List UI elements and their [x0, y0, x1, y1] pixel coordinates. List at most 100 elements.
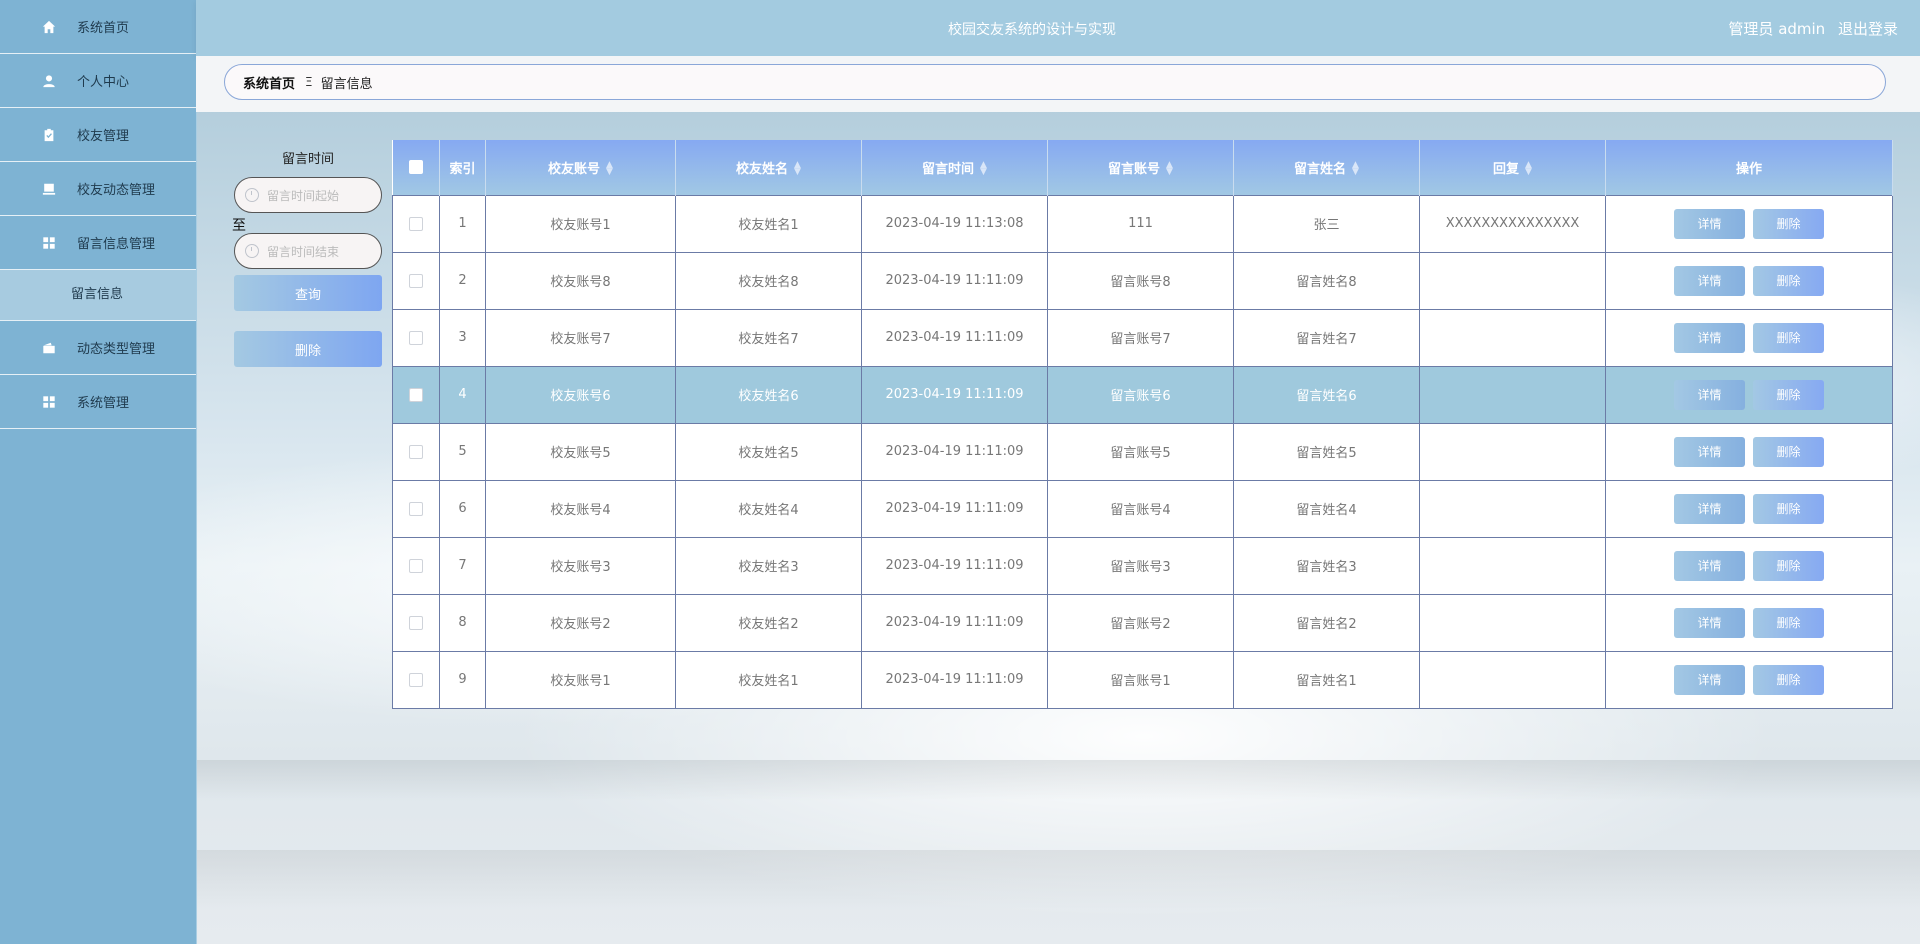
table-row[interactable]: 1 校友账号1 校友姓名1 2023-04-19 11:13:08 111 张三 XXXXX…: [392, 194, 1893, 253]
sidebar-item-label: 系统首页: [77, 21, 130, 36]
detail-button[interactable]: 详情: [1674, 607, 1745, 638]
column-header-reply[interactable]: 回复 ▲ ▼: [1419, 140, 1606, 195]
cell-reply: [1419, 251, 1606, 310]
column-header-actions: 操作: [1605, 140, 1893, 195]
start-date-input[interactable]: 留言时间起始: [234, 177, 382, 213]
cell-message-time: 2023-04-19 11:11:09: [861, 479, 1048, 538]
cell-reply: [1419, 308, 1606, 367]
delete-button[interactable]: 删除: [1753, 664, 1824, 695]
column-header-alumni-account[interactable]: 校友账号 ▲ ▼: [485, 140, 676, 195]
cell-actions: 详情 删除: [1605, 308, 1893, 367]
end-date-input[interactable]: 留言时间结束: [234, 233, 382, 269]
cell-index: 9: [439, 650, 486, 709]
user-label: 管理员 admin: [1728, 20, 1826, 38]
sort-icon[interactable]: ▲ ▼: [1525, 161, 1532, 177]
table-row[interactable]: 8 校友账号2 校友姓名2 2023-04-19 11:11:09 留言账号2 留言姓名2…: [392, 593, 1893, 652]
start-date-placeholder: 留言时间起始: [267, 188, 340, 203]
to-label: 至: [232, 218, 246, 234]
query-button[interactable]: 查询: [234, 275, 382, 311]
breadcrumb: 系统首页 Ξ 留言信息: [224, 64, 1886, 100]
detail-button[interactable]: 详情: [1674, 493, 1745, 524]
cell-actions: 详情 删除: [1605, 251, 1893, 310]
cell-message-account: 留言账号1: [1047, 650, 1234, 709]
detail-button[interactable]: 详情: [1674, 664, 1745, 695]
row-checkbox[interactable]: [409, 615, 423, 630]
grid-icon: [41, 235, 57, 251]
detail-button[interactable]: 详情: [1674, 265, 1745, 296]
sort-icon[interactable]: ▲ ▼: [980, 161, 987, 177]
delete-button[interactable]: 删除: [1753, 265, 1824, 296]
sort-icon[interactable]: ▲ ▼: [606, 161, 613, 177]
row-checkbox[interactable]: [409, 444, 423, 459]
column-header-message-account[interactable]: 留言账号 ▲ ▼: [1047, 140, 1234, 195]
sidebar-item-messages[interactable]: 留言信息管理: [0, 216, 196, 270]
cell-message-name: 留言姓名8: [1233, 251, 1420, 310]
sidebar-item-profile[interactable]: 个人中心: [0, 54, 196, 108]
search-panel: 留言时间 留言时间起始 至 留言时间结束 查询 删除: [232, 148, 382, 367]
computer-icon: [41, 181, 57, 197]
sidebar-item-home[interactable]: 系统首页: [0, 0, 196, 54]
column-header-message-name[interactable]: 留言姓名 ▲ ▼: [1233, 140, 1420, 195]
sidebar-item-label: 系统管理: [77, 396, 130, 411]
delete-button[interactable]: 删除: [1753, 322, 1824, 353]
table-row[interactable]: 4 校友账号6 校友姓名6 2023-04-19 11:11:09 留言账号6 留言姓名6…: [392, 365, 1893, 424]
table-row[interactable]: 2 校友账号8 校友姓名8 2023-04-19 11:11:09 留言账号8 留言姓名8…: [392, 251, 1893, 310]
row-checkbox[interactable]: [409, 672, 423, 687]
cell-alumni-name: 校友姓名4: [675, 479, 862, 538]
row-checkbox[interactable]: [409, 216, 423, 231]
cell-actions: 详情 删除: [1605, 194, 1893, 253]
sidebar-item-system[interactable]: 系统管理: [0, 375, 196, 429]
table-row[interactable]: 6 校友账号4 校友姓名4 2023-04-19 11:11:09 留言账号4 留言姓名4…: [392, 479, 1893, 538]
cell-alumni-account: 校友账号1: [485, 194, 676, 253]
sidebar-item-alumni[interactable]: 校友管理: [0, 108, 196, 162]
batch-delete-button[interactable]: 删除: [234, 331, 382, 367]
row-checkbox[interactable]: [409, 558, 423, 573]
delete-button[interactable]: 删除: [1753, 436, 1824, 467]
detail-button[interactable]: 详情: [1674, 208, 1745, 239]
row-checkbox[interactable]: [409, 501, 423, 516]
submenu-item-message-info[interactable]: 留言信息: [0, 270, 196, 321]
select-all-checkbox[interactable]: [408, 160, 423, 175]
cell-index: 5: [439, 422, 486, 481]
cell-message-time: 2023-04-19 11:11:09: [861, 422, 1048, 481]
delete-button[interactable]: 删除: [1753, 493, 1824, 524]
cell-alumni-account: 校友账号1: [485, 650, 676, 709]
cell-alumni-account: 校友账号6: [485, 365, 676, 424]
sidebar-item-post-types[interactable]: 动态类型管理: [0, 321, 196, 375]
row-checkbox[interactable]: [409, 387, 423, 402]
detail-button[interactable]: 详情: [1674, 550, 1745, 581]
select-all-cell: [392, 140, 440, 195]
cell-message-account: 留言账号2: [1047, 593, 1234, 652]
column-header-message-time[interactable]: 留言时间 ▲ ▼: [861, 140, 1048, 195]
breadcrumb-separator: Ξ: [305, 75, 313, 89]
cell-alumni-account: 校友账号7: [485, 308, 676, 367]
breadcrumb-home[interactable]: 系统首页: [243, 73, 295, 92]
sidebar: 系统首页 个人中心 校友管理 校友动态管理 留言信息管理 留言信息 动态类型管理…: [0, 0, 197, 944]
top-header: 校园交友系统的设计与实现 管理员 admin 退出登录: [196, 0, 1920, 56]
app-title: 校园交友系统的设计与实现: [948, 22, 1116, 38]
row-select-cell: [392, 251, 440, 310]
cell-message-name: 留言姓名1: [1233, 650, 1420, 709]
row-checkbox[interactable]: [409, 273, 423, 288]
detail-button[interactable]: 详情: [1674, 436, 1745, 467]
sort-icon[interactable]: ▲ ▼: [794, 161, 801, 177]
delete-button[interactable]: 删除: [1753, 607, 1824, 638]
sort-icon[interactable]: ▲ ▼: [1352, 161, 1359, 177]
delete-button[interactable]: 删除: [1753, 379, 1824, 410]
delete-button[interactable]: 删除: [1753, 550, 1824, 581]
sort-icon[interactable]: ▲ ▼: [1166, 161, 1173, 177]
table-row[interactable]: 7 校友账号3 校友姓名3 2023-04-19 11:11:09 留言账号3 留言姓名3…: [392, 536, 1893, 595]
delete-button[interactable]: 删除: [1753, 208, 1824, 239]
detail-button[interactable]: 详情: [1674, 322, 1745, 353]
cell-reply: [1419, 536, 1606, 595]
row-checkbox[interactable]: [409, 330, 423, 345]
logout-link[interactable]: 退出登录: [1838, 20, 1898, 38]
wallet-icon: [41, 340, 57, 356]
cell-reply: [1419, 365, 1606, 424]
table-row[interactable]: 3 校友账号7 校友姓名7 2023-04-19 11:11:09 留言账号7 留言姓名7…: [392, 308, 1893, 367]
table-row[interactable]: 5 校友账号5 校友姓名5 2023-04-19 11:11:09 留言账号5 留言姓名5…: [392, 422, 1893, 481]
detail-button[interactable]: 详情: [1674, 379, 1745, 410]
column-header-alumni-name[interactable]: 校友姓名 ▲ ▼: [675, 140, 862, 195]
sidebar-item-alumni-posts[interactable]: 校友动态管理: [0, 162, 196, 216]
table-row[interactable]: 9 校友账号1 校友姓名1 2023-04-19 11:11:09 留言账号1 留言姓名1…: [392, 650, 1893, 709]
